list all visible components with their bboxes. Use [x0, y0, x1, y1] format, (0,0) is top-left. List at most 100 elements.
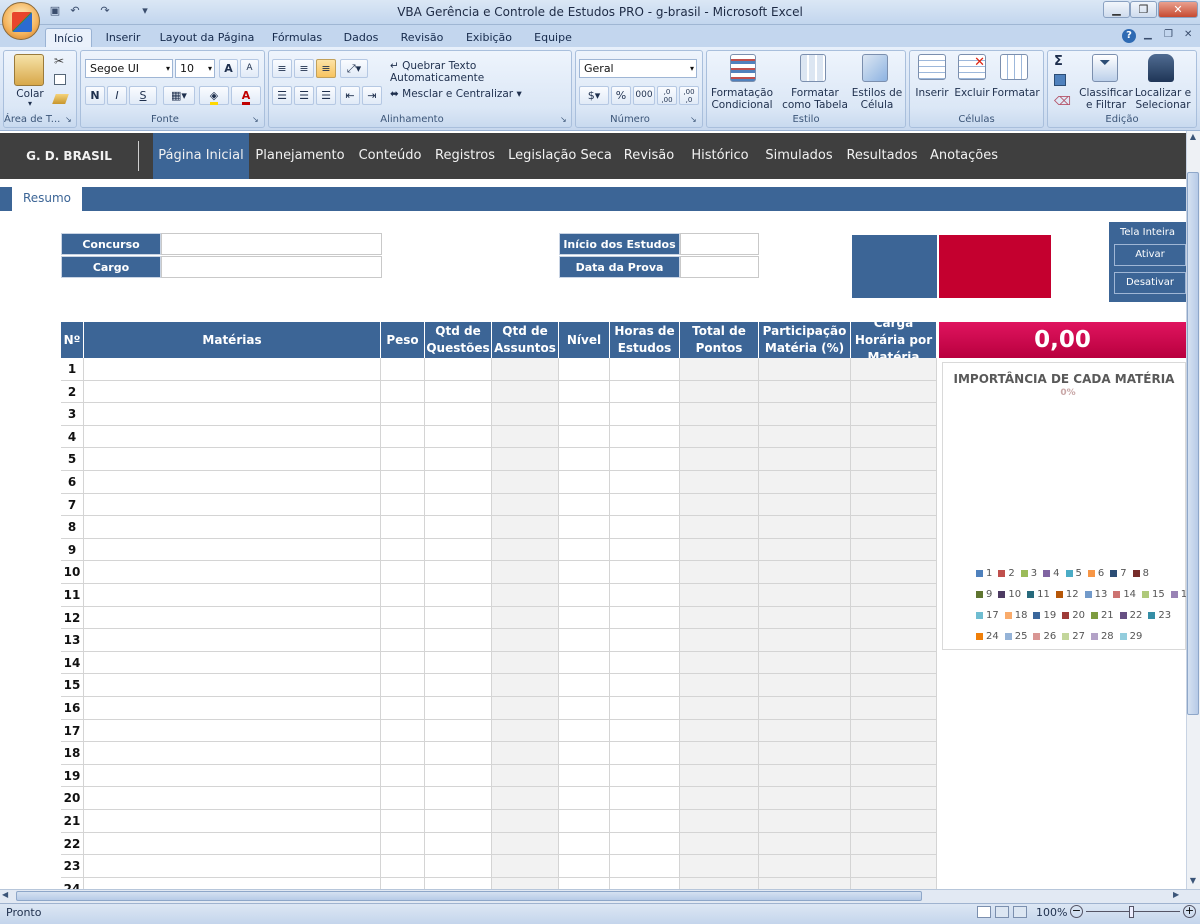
participacao-cell[interactable] — [759, 380, 851, 404]
tab-revisao[interactable]: Revisão — [396, 28, 448, 47]
peso-cell[interactable] — [381, 403, 425, 426]
increase-indent-button[interactable]: ⇥ — [362, 86, 382, 105]
scroll-down-icon[interactable]: ▼ — [1187, 876, 1199, 888]
participacao-cell[interactable] — [759, 719, 851, 743]
horas-cell[interactable] — [610, 448, 680, 471]
assuntos-cell[interactable] — [492, 651, 559, 675]
align-middle-button[interactable]: ≡ — [294, 59, 314, 78]
align-left-button[interactable]: ☰ — [272, 86, 292, 105]
peso-cell[interactable] — [381, 471, 425, 494]
participacao-cell[interactable] — [759, 516, 851, 539]
assuntos-cell[interactable] — [492, 787, 559, 810]
zoom-out-icon[interactable]: − — [1070, 905, 1083, 918]
assuntos-cell[interactable] — [492, 697, 559, 720]
carga-cell[interactable] — [851, 629, 937, 652]
borders-button[interactable]: ▦▾ — [163, 86, 195, 105]
assuntos-cell[interactable] — [492, 855, 559, 878]
copy-icon[interactable] — [54, 74, 66, 85]
questoes-cell[interactable] — [425, 787, 492, 810]
participacao-cell[interactable] — [759, 538, 851, 562]
nav-registros[interactable]: Registros — [432, 133, 498, 179]
decrease-indent-button[interactable]: ⇤ — [340, 86, 360, 105]
merge-center-button[interactable]: ⬌ Mesclar e Centralizar ▾ — [390, 88, 570, 100]
peso-cell[interactable] — [381, 425, 425, 449]
horas-cell[interactable] — [610, 832, 680, 856]
nav-anotacoes[interactable]: Anotações — [928, 133, 1000, 179]
pontos-cell[interactable] — [680, 538, 759, 562]
carga-cell[interactable] — [851, 471, 937, 494]
tab-exibicao[interactable]: Exibição — [460, 28, 518, 47]
participacao-cell[interactable] — [759, 674, 851, 697]
carga-cell[interactable] — [851, 493, 937, 517]
questoes-cell[interactable] — [425, 471, 492, 494]
vertical-scroll-thumb[interactable] — [1187, 172, 1199, 715]
zoom-level[interactable]: 100% — [1036, 906, 1067, 919]
questoes-cell[interactable] — [425, 584, 492, 607]
assuntos-cell[interactable] — [492, 403, 559, 426]
zoom-slider-thumb[interactable] — [1129, 906, 1134, 918]
horas-cell[interactable] — [610, 380, 680, 404]
pontos-cell[interactable] — [680, 629, 759, 652]
pontos-cell[interactable] — [680, 448, 759, 471]
peso-cell[interactable] — [381, 742, 425, 765]
horas-cell[interactable] — [610, 403, 680, 426]
questoes-cell[interactable] — [425, 832, 492, 856]
materia-cell[interactable] — [84, 561, 381, 584]
tab-layout[interactable]: Layout da Página — [158, 28, 256, 47]
materia-cell[interactable] — [84, 764, 381, 788]
nivel-cell[interactable] — [559, 538, 610, 562]
conditional-format-icon[interactable] — [730, 54, 756, 82]
questoes-cell[interactable] — [425, 516, 492, 539]
materia-cell[interactable] — [84, 425, 381, 449]
participacao-cell[interactable] — [759, 403, 851, 426]
align-center-button[interactable]: ☰ — [294, 86, 314, 105]
carga-cell[interactable] — [851, 742, 937, 765]
peso-cell[interactable] — [381, 358, 425, 381]
questoes-cell[interactable] — [425, 855, 492, 878]
materia-cell[interactable] — [84, 403, 381, 426]
grow-font-button[interactable]: A — [219, 59, 238, 78]
participacao-cell[interactable] — [759, 697, 851, 720]
nav-planejamento[interactable]: Planejamento — [254, 133, 346, 179]
carga-cell[interactable] — [851, 584, 937, 607]
tab-equipe[interactable]: Equipe — [528, 28, 578, 47]
fill-color-button[interactable]: ◈ — [199, 86, 229, 105]
carga-cell[interactable] — [851, 877, 937, 889]
cut-icon[interactable]: ✂ — [54, 54, 64, 68]
align-bottom-button[interactable]: ≡ — [316, 59, 336, 78]
peso-cell[interactable] — [381, 674, 425, 697]
participacao-cell[interactable] — [759, 810, 851, 833]
questoes-cell[interactable] — [425, 448, 492, 471]
peso-cell[interactable] — [381, 629, 425, 652]
wrap-text-button[interactable]: ↵ Quebrar Texto Automaticamente — [390, 60, 570, 84]
nivel-cell[interactable] — [559, 697, 610, 720]
carga-cell[interactable] — [851, 651, 937, 675]
participacao-cell[interactable] — [759, 787, 851, 810]
scroll-up-icon[interactable]: ▲ — [1187, 132, 1199, 144]
carga-cell[interactable] — [851, 764, 937, 788]
align-right-button[interactable]: ☰ — [316, 86, 336, 105]
nav-legislacao-seca[interactable]: Legislação Seca — [508, 133, 612, 179]
horas-cell[interactable] — [610, 425, 680, 449]
alignment-launcher-icon[interactable]: ↘ — [560, 115, 567, 124]
assuntos-cell[interactable] — [492, 629, 559, 652]
peso-cell[interactable] — [381, 606, 425, 630]
questoes-cell[interactable] — [425, 538, 492, 562]
find-select-icon[interactable] — [1148, 54, 1174, 82]
peso-cell[interactable] — [381, 810, 425, 833]
questoes-cell[interactable] — [425, 651, 492, 675]
pontos-cell[interactable] — [680, 764, 759, 788]
participacao-cell[interactable] — [759, 448, 851, 471]
find-select-label[interactable]: Localizar e Selecionar — [1132, 87, 1194, 111]
increase-decimal-button[interactable]: ,0 ,00 — [657, 86, 677, 105]
materia-cell[interactable] — [84, 471, 381, 494]
horas-cell[interactable] — [610, 538, 680, 562]
horas-cell[interactable] — [610, 764, 680, 788]
participacao-cell[interactable] — [759, 877, 851, 889]
delete-cells-icon[interactable]: ✕ — [958, 54, 986, 80]
carga-cell[interactable] — [851, 380, 937, 404]
participacao-cell[interactable] — [759, 764, 851, 788]
conditional-format-label[interactable]: Formatação Condicional — [708, 87, 776, 111]
nivel-cell[interactable] — [559, 606, 610, 630]
save-icon[interactable]: ▣ — [48, 4, 62, 21]
